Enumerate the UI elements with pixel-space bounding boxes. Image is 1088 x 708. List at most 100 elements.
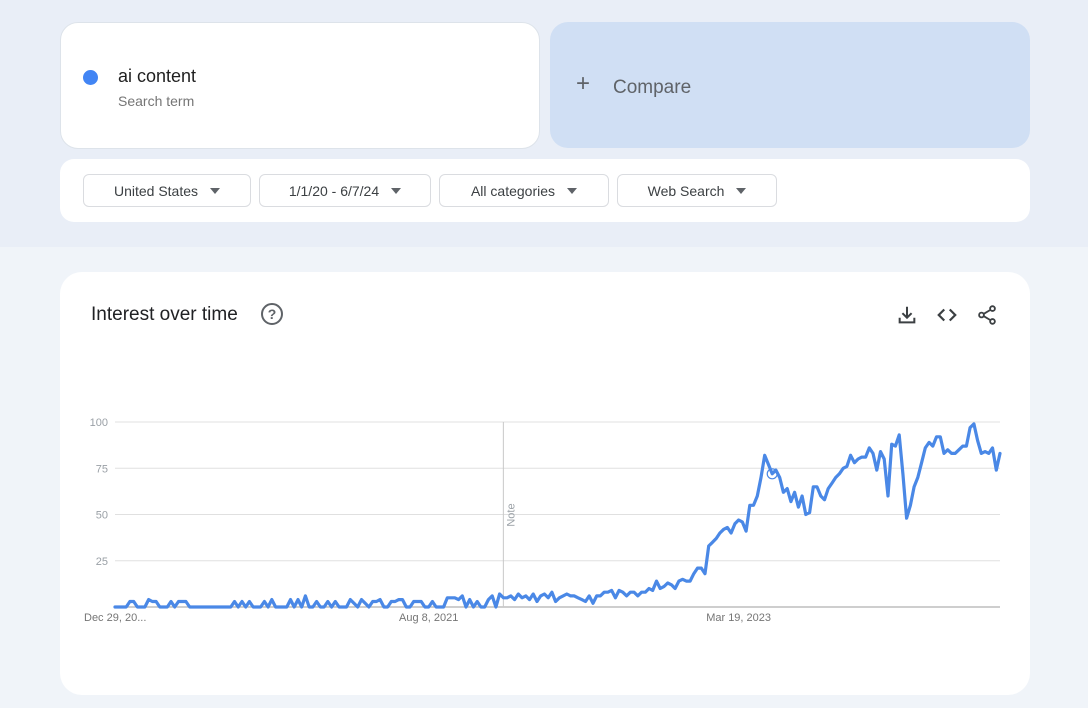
data-point [159, 606, 161, 608]
y-tick-label: 50 [96, 510, 108, 522]
data-point [760, 476, 762, 478]
y-tick-label: 100 [90, 417, 108, 429]
data-point [342, 606, 344, 608]
data-point [174, 606, 176, 608]
data-point [864, 456, 866, 458]
data-point [876, 469, 878, 471]
data-point [752, 504, 754, 506]
data-point [584, 600, 586, 602]
data-point [439, 606, 441, 608]
data-point [640, 591, 642, 593]
data-point [891, 443, 893, 445]
data-point [323, 606, 325, 608]
data-point [883, 458, 885, 460]
data-point [655, 580, 657, 582]
data-point [263, 600, 265, 602]
data-point [961, 445, 963, 447]
data-point [427, 606, 429, 608]
data-point [943, 452, 945, 454]
data-point [218, 606, 220, 608]
data-point [510, 595, 512, 597]
data-point [849, 454, 851, 456]
data-point [487, 598, 489, 600]
data-point [872, 452, 874, 454]
data-point [887, 495, 889, 497]
data-point [390, 600, 392, 602]
note-annotation[interactable]: Note [505, 503, 517, 526]
data-point [652, 589, 654, 591]
data-point [969, 426, 971, 428]
data-point [592, 602, 594, 604]
data-point [808, 511, 810, 513]
data-point [480, 606, 482, 608]
data-point [670, 584, 672, 586]
data-point [607, 591, 609, 593]
data-point [704, 573, 706, 575]
data-point [857, 458, 859, 460]
data-point [483, 606, 485, 608]
data-point [663, 585, 665, 587]
data-point [573, 595, 575, 597]
data-point [200, 606, 202, 608]
y-tick-label: 25 [96, 556, 108, 568]
data-point [301, 606, 303, 608]
data-point [905, 517, 907, 519]
data-point [450, 597, 452, 599]
data-point [827, 487, 829, 489]
data-point [566, 593, 568, 595]
data-point [271, 598, 273, 600]
data-point [525, 595, 527, 597]
data-point [693, 573, 695, 575]
data-point [801, 495, 803, 497]
data-point [823, 499, 825, 501]
data-point [786, 487, 788, 489]
data-point [812, 486, 814, 488]
data-point [241, 600, 243, 602]
data-point [353, 602, 355, 604]
data-point [722, 528, 724, 530]
data-point [778, 476, 780, 478]
data-point [401, 598, 403, 600]
data-point [155, 600, 157, 602]
data-point [129, 600, 131, 602]
data-point [368, 606, 370, 608]
data-point [532, 593, 534, 595]
data-point [375, 600, 377, 602]
data-point [132, 600, 134, 602]
x-tick-label: Dec 29, 20... [84, 612, 146, 624]
data-point [980, 452, 982, 454]
data-point [793, 491, 795, 493]
data-point [820, 495, 822, 497]
data-point [708, 545, 710, 547]
data-point [629, 591, 631, 593]
data-point [614, 597, 616, 599]
data-point [312, 606, 314, 608]
data-point [767, 463, 769, 465]
data-point [140, 606, 142, 608]
data-point [207, 606, 209, 608]
data-point [939, 436, 941, 438]
data-point [539, 595, 541, 597]
data-point [790, 500, 792, 502]
data-point [297, 598, 299, 600]
data-point [622, 591, 624, 593]
data-point [379, 598, 381, 600]
data-point [924, 447, 926, 449]
y-tick-label: 75 [96, 463, 108, 475]
data-point [442, 606, 444, 608]
data-point [734, 523, 736, 525]
data-point [371, 600, 373, 602]
data-point [995, 469, 997, 471]
data-point [935, 436, 937, 438]
data-point [327, 600, 329, 602]
data-point [446, 597, 448, 599]
data-point [666, 582, 668, 584]
data-point [543, 593, 545, 595]
data-point [681, 578, 683, 580]
data-point [147, 598, 149, 600]
data-point [502, 597, 504, 599]
data-point [278, 606, 280, 608]
data-point [244, 606, 246, 608]
data-point [118, 606, 120, 608]
data-point [838, 473, 840, 475]
